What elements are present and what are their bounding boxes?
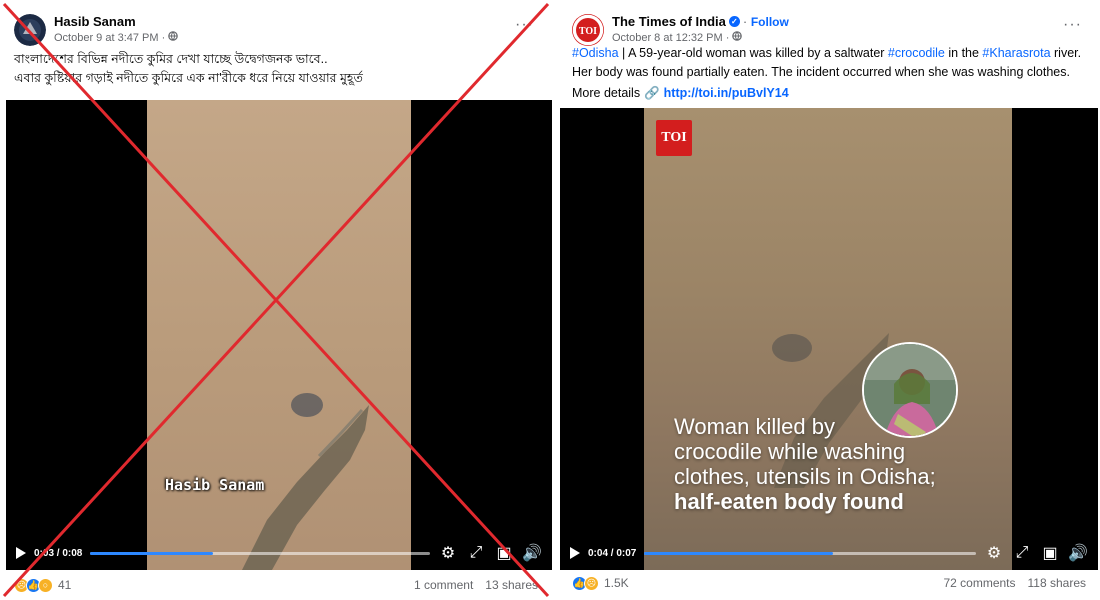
caption-segment: | A 59-year-old woman was killed by a sa… — [618, 46, 888, 60]
timestamp[interactable]: October 8 at 12:32 PM · — [612, 32, 729, 44]
post-footer: 👍 ☹ 1.5K 72 comments 118 shares — [572, 572, 1086, 594]
reaction-count: 1.5K — [604, 576, 629, 590]
progress-fill — [90, 551, 213, 555]
shares-count[interactable]: 118 shares — [1028, 576, 1086, 590]
picture-in-picture-icon[interactable]: ▣ — [1040, 543, 1060, 563]
caption-line: বাংলাদেশের বিভিন্ন নদীতে কুমির দেখা যাচ্… — [14, 52, 328, 66]
post-meta: October 9 at 3:47 PM · — [54, 31, 179, 44]
progress-fill — [644, 551, 834, 555]
comments-count[interactable]: 1 comment — [414, 578, 473, 592]
wow-reaction-icon: ○ — [38, 577, 53, 593]
author-name[interactable]: The Times of India — [612, 14, 726, 29]
timestamp[interactable]: October 9 at 3:47 PM · — [54, 32, 165, 44]
right-post: TOI The Times of India ✓ · Follow Octobe… — [558, 0, 1100, 600]
video-watermark: Hasib Sanam — [165, 476, 265, 494]
left-post: Hasib Sanam October 9 at 3:47 PM · ··· ব… — [0, 0, 552, 600]
post-footer: ☹ 👍 ○ 41 1 comment 13 shares — [14, 574, 538, 596]
more-options-icon[interactable]: ··· — [1063, 16, 1082, 34]
play-icon[interactable] — [570, 547, 580, 559]
play-icon[interactable] — [16, 547, 26, 559]
video-controls: 0:04 / 0:07 ⚙ ⤢ ▣ 🔊 — [560, 536, 1098, 570]
fullscreen-icon[interactable]: ⤢ — [466, 544, 486, 562]
verified-badge-icon: ✓ — [728, 16, 740, 27]
post-caption: #Odisha | A 59-year-old woman was killed… — [572, 44, 1086, 103]
hashtag-link[interactable]: #Odisha — [572, 46, 619, 60]
post-caption: বাংলাদেশের বিভিন্ন নদীতে কুমির দেখা যাচ্… — [14, 50, 538, 88]
post-meta: October 8 at 12:32 PM · — [612, 31, 743, 44]
author-line: The Times of India ✓ · Follow — [612, 14, 789, 29]
comments-count[interactable]: 72 comments — [943, 576, 1015, 590]
headline-line: crocodile while washing — [674, 439, 906, 464]
follow-button[interactable]: Follow — [751, 15, 789, 29]
river-video-frame: Hasib Sanam — [147, 100, 411, 570]
hashtag-link[interactable]: #Kharasrota — [982, 46, 1050, 60]
more-details-label: More details — [572, 86, 641, 100]
svg-text:TOI: TOI — [579, 26, 597, 37]
article-link[interactable]: http://toi.in/puBvlY14 — [664, 84, 789, 103]
settings-gear-icon[interactable]: ⚙ — [438, 543, 458, 563]
more-options-icon[interactable]: ··· — [515, 16, 534, 34]
hashtag-link[interactable]: #crocodile — [888, 46, 945, 60]
video-headline: Woman killed by crocodile while washing … — [674, 414, 936, 514]
globe-icon — [168, 31, 179, 44]
reactions[interactable]: 👍 ☹ 1.5K — [572, 575, 629, 591]
avatar[interactable] — [14, 14, 46, 46]
settings-gear-icon[interactable]: ⚙ — [984, 543, 1004, 563]
link-icon: 🔗 — [644, 86, 660, 100]
author-name[interactable]: Hasib Sanam — [54, 14, 136, 29]
headline-bold-line: half-eaten body found — [674, 489, 904, 514]
post-header: Hasib Sanam October 9 at 3:47 PM · ··· — [14, 10, 538, 46]
sad-reaction-icon: ☹ — [584, 575, 599, 591]
caption-line: এবার কুষ্টিয়ার গড়াই নদীতে কুমিরে এক না… — [14, 71, 363, 85]
toi-avatar[interactable]: TOI — [572, 14, 604, 46]
fullscreen-icon[interactable]: ⤢ — [1012, 544, 1032, 562]
caption-text: #Odisha | A 59-year-old woman was killed… — [572, 44, 1086, 82]
video-controls: 0:03 / 0:08 ⚙ ⤢ ▣ 🔊 — [6, 536, 552, 570]
headline-line: Woman killed by — [674, 414, 835, 439]
headline-line: clothes, utensils in Odisha; — [674, 464, 936, 489]
video-player[interactable]: Hasib Sanam 0:03 / 0:08 ⚙ ⤢ ▣ 🔊 — [6, 100, 552, 570]
video-time: 0:03 / 0:08 — [34, 547, 83, 559]
caption-segment: in the — [944, 46, 983, 60]
shares-count[interactable]: 13 shares — [485, 578, 538, 592]
globe-icon — [732, 31, 743, 44]
reactions[interactable]: ☹ 👍 ○ 41 — [14, 577, 72, 593]
picture-in-picture-icon[interactable]: ▣ — [494, 543, 514, 563]
video-time: 0:04 / 0:07 — [588, 547, 637, 559]
more-details-line: More details 🔗 http://toi.in/puBvlY14 — [572, 84, 1086, 103]
volume-icon[interactable]: 🔊 — [522, 543, 542, 563]
crocodile-image — [242, 393, 369, 570]
progress-bar[interactable] — [90, 551, 430, 555]
toi-logo: TOI — [656, 120, 692, 156]
progress-bar[interactable] — [644, 551, 976, 555]
post-header: TOI The Times of India ✓ · Follow Octobe… — [572, 10, 1086, 46]
video-player[interactable]: TOI Woman killed by crocodile while wash… — [560, 108, 1098, 570]
reaction-count: 41 — [58, 578, 72, 592]
volume-icon[interactable]: 🔊 — [1068, 543, 1088, 563]
